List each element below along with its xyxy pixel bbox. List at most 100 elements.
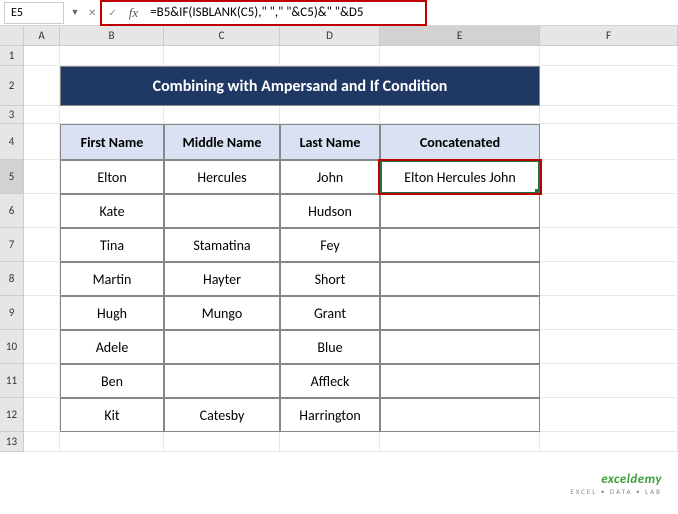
row-header-8[interactable]: 8 [0, 262, 23, 296]
cell[interactable] [164, 432, 280, 452]
header-first[interactable]: First Name [60, 124, 164, 160]
cell[interactable] [380, 46, 540, 66]
table-cell[interactable] [380, 262, 540, 296]
row-header-6[interactable]: 6 [0, 194, 23, 228]
cell[interactable] [540, 46, 678, 66]
table-cell[interactable]: Ben [60, 364, 164, 398]
table-cell[interactable]: Hayter [164, 262, 280, 296]
cell[interactable] [24, 106, 60, 124]
table-cell[interactable] [380, 228, 540, 262]
table-cell[interactable] [164, 364, 280, 398]
cell[interactable] [24, 124, 60, 160]
cell[interactable] [24, 330, 60, 364]
row-header-9[interactable]: 9 [0, 296, 23, 330]
cell[interactable] [280, 432, 380, 452]
table-cell[interactable]: John [280, 160, 380, 194]
cell[interactable] [540, 106, 678, 124]
col-header-b[interactable]: B [60, 26, 164, 45]
cell[interactable] [280, 106, 380, 124]
table-cell[interactable]: Elton Hercules John [380, 160, 540, 194]
col-header-e[interactable]: E [380, 26, 540, 45]
table-cell[interactable]: Short [280, 262, 380, 296]
table-cell[interactable]: Harrington [280, 398, 380, 432]
table-cell[interactable]: Fey [280, 228, 380, 262]
table-cell[interactable]: Stamatina [164, 228, 280, 262]
table-cell[interactable]: Blue [280, 330, 380, 364]
table-cell[interactable] [380, 364, 540, 398]
cell[interactable] [540, 330, 678, 364]
cell[interactable] [24, 432, 60, 452]
name-box[interactable]: E5 [4, 2, 64, 24]
cell[interactable] [60, 46, 164, 66]
cell[interactable] [60, 106, 164, 124]
header-concat[interactable]: Concatenated [380, 124, 540, 160]
cell[interactable] [24, 398, 60, 432]
row-header-1[interactable]: 1 [0, 46, 23, 66]
cell[interactable] [24, 296, 60, 330]
cell[interactable] [540, 228, 678, 262]
row-header-11[interactable]: 11 [0, 364, 23, 398]
table-cell[interactable] [380, 398, 540, 432]
cell[interactable] [24, 194, 60, 228]
table-cell[interactable] [164, 194, 280, 228]
cell[interactable] [24, 46, 60, 66]
check-icon: ✓ [102, 6, 122, 19]
table-cell[interactable]: Hugh [60, 296, 164, 330]
table-cell[interactable]: Kate [60, 194, 164, 228]
cell[interactable] [540, 160, 678, 194]
table-cell[interactable] [380, 330, 540, 364]
cell[interactable] [540, 364, 678, 398]
row-header-3[interactable]: 3 [0, 106, 23, 124]
table-cell[interactable]: Martin [60, 262, 164, 296]
col-header-d[interactable]: D [280, 26, 380, 45]
cell[interactable] [24, 262, 60, 296]
cell[interactable] [60, 432, 164, 452]
cell[interactable] [24, 160, 60, 194]
table-cell[interactable] [380, 194, 540, 228]
cell[interactable] [24, 364, 60, 398]
table-cell[interactable]: Hercules [164, 160, 280, 194]
row-header-2[interactable]: 2 [0, 66, 23, 106]
fx-icon[interactable]: fx [123, 5, 144, 21]
formula-input[interactable]: =B5&IF(ISBLANK(C5)," "," "&C5)&" "&D5 [144, 3, 670, 23]
table-cell[interactable]: Mungo [164, 296, 280, 330]
row-header-10[interactable]: 10 [0, 330, 23, 364]
name-box-dropdown[interactable]: ▼ [68, 7, 82, 18]
cell[interactable] [540, 262, 678, 296]
table-cell[interactable]: Adele [60, 330, 164, 364]
table-cell[interactable] [164, 330, 280, 364]
table-cell[interactable] [380, 296, 540, 330]
cell[interactable] [540, 296, 678, 330]
table-cell[interactable]: Kit [60, 398, 164, 432]
cell[interactable] [540, 432, 678, 452]
row-header-7[interactable]: 7 [0, 228, 23, 262]
cell[interactable] [24, 228, 60, 262]
title-cell[interactable]: Combining with Ampersand and If Conditio… [60, 66, 540, 106]
row-header-4[interactable]: 4 [0, 124, 23, 160]
col-header-c[interactable]: C [164, 26, 280, 45]
cell[interactable] [380, 432, 540, 452]
cell[interactable] [280, 46, 380, 66]
col-header-f[interactable]: F [540, 26, 678, 45]
select-all-corner[interactable] [0, 26, 24, 46]
cell[interactable] [540, 66, 678, 106]
cell[interactable] [24, 66, 60, 106]
cell[interactable] [380, 106, 540, 124]
cell[interactable] [540, 398, 678, 432]
row-header-13[interactable]: 13 [0, 432, 23, 452]
cell[interactable] [540, 194, 678, 228]
table-cell[interactable]: Affleck [280, 364, 380, 398]
header-middle[interactable]: Middle Name [164, 124, 280, 160]
cell[interactable] [164, 46, 280, 66]
table-cell[interactable]: Grant [280, 296, 380, 330]
cell[interactable] [540, 124, 678, 160]
cell[interactable] [164, 106, 280, 124]
table-cell[interactable]: Catesby [164, 398, 280, 432]
row-header-5[interactable]: 5 [0, 160, 23, 194]
col-header-a[interactable]: A [24, 26, 60, 45]
table-cell[interactable]: Hudson [280, 194, 380, 228]
row-header-12[interactable]: 12 [0, 398, 23, 432]
table-cell[interactable]: Elton [60, 160, 164, 194]
header-last[interactable]: Last Name [280, 124, 380, 160]
table-cell[interactable]: Tina [60, 228, 164, 262]
